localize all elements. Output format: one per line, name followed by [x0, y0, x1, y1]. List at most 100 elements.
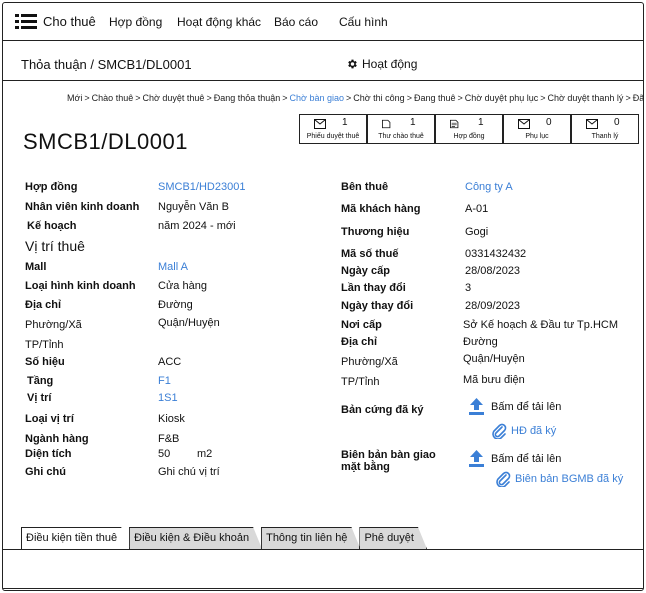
- counter-liquidation[interactable]: 0 Thanh lý: [571, 114, 639, 144]
- counter-appendix[interactable]: 0 Phụ lục: [503, 114, 571, 144]
- issue-date-label: Ngày cấp: [341, 265, 390, 277]
- counter-label: Thư chào thuê: [378, 133, 424, 140]
- handover-file-link[interactable]: Biên bản BGMB đã ký: [495, 471, 623, 487]
- menu-icon[interactable]: [15, 13, 37, 31]
- customer-code-value[interactable]: A-01: [465, 203, 488, 215]
- status-step[interactable]: Đang thuê: [414, 93, 456, 103]
- record-header: Thỏa thuận / SMCB1/DL0001 Hoạt động: [3, 41, 643, 81]
- district-field[interactable]: Quận/Huyện: [158, 317, 220, 329]
- envelope-icon: [314, 119, 326, 129]
- tab-terms-conditions[interactable]: Điều kiện & Điều khoản: [129, 527, 262, 549]
- tab-approval[interactable]: Phê duyệt: [359, 527, 427, 549]
- code-value[interactable]: ACC: [158, 356, 181, 368]
- status-step[interactable]: Chào thuê: [92, 93, 134, 103]
- tab-rent-conditions[interactable]: Điều kiện tiền thuê: [21, 527, 130, 549]
- tenant-address-label: Địa chỉ: [341, 336, 378, 348]
- record-title: SMCB1/DL0001: [23, 129, 188, 154]
- position-label: Vị trí: [27, 392, 52, 404]
- industry-value[interactable]: F&B: [158, 433, 179, 445]
- ward-field[interactable]: Phường/Xã: [25, 319, 82, 331]
- issued-by-value[interactable]: Sở Kế hoạch & Đầu tư Tp.HCM: [463, 319, 618, 331]
- document-icon: [382, 119, 391, 129]
- upload-icon: [469, 450, 484, 467]
- status-step[interactable]: Chờ duyệt phụ lục: [465, 93, 538, 103]
- location-section-title: Vị trí thuê: [25, 238, 85, 254]
- tenant-label: Bên thuê: [341, 181, 389, 193]
- chevron-right-icon: >: [406, 93, 412, 103]
- chevron-right-icon: >: [625, 93, 631, 103]
- note-value[interactable]: Ghi chú vị trí: [158, 466, 220, 478]
- change-count-value[interactable]: 3: [465, 282, 471, 294]
- business-type-value[interactable]: Cửa hàng: [158, 280, 207, 292]
- app-brand[interactable]: Cho thuê: [43, 14, 96, 29]
- tab-contact-info[interactable]: Thông tin liên hệ: [261, 527, 360, 549]
- mall-link[interactable]: Mall A: [158, 261, 188, 273]
- street-value[interactable]: Đường: [158, 299, 193, 311]
- app-window: Cho thuê Hợp đồng Hoạt động khác Báo cáo…: [2, 2, 644, 591]
- breadcrumb[interactable]: Thỏa thuận / SMCB1/DL0001: [21, 57, 192, 72]
- counter-count: 1: [478, 117, 484, 128]
- chevron-right-icon: >: [540, 93, 546, 103]
- counter-label: Hợp đồng: [453, 133, 485, 140]
- activity-button[interactable]: Hoạt động: [346, 57, 417, 71]
- brand-value[interactable]: Gogi: [465, 226, 488, 238]
- paperclip-icon: [496, 471, 511, 487]
- nav-item-other-activities[interactable]: Hoạt động khác: [177, 15, 261, 29]
- file-name: HĐ đã ký: [511, 425, 557, 437]
- tenant-link[interactable]: Công ty A: [465, 181, 513, 193]
- smart-buttons: 1 Phiếu duyệt thuê 1 Thư chào thuê 1 Hợp…: [299, 114, 639, 144]
- tenant-ward-field[interactable]: Phường/Xã: [341, 356, 398, 368]
- plan-value[interactable]: năm 2024 - mới: [158, 220, 236, 232]
- status-step[interactable]: Chờ duyệt thuê: [142, 93, 204, 103]
- nav-item-contracts[interactable]: Hợp đồng: [109, 15, 162, 29]
- envelope-icon: [518, 119, 530, 129]
- brand-label: Thương hiệu: [341, 226, 410, 238]
- area-value[interactable]: 50: [158, 448, 170, 460]
- tab-divider: [3, 549, 643, 550]
- area-label: Diện tích: [25, 448, 72, 460]
- change-date-label: Ngày thay đổi: [341, 300, 414, 312]
- tenant-city-field[interactable]: TP/Tỉnh: [341, 376, 380, 388]
- chevron-right-icon: >: [206, 93, 212, 103]
- nav-item-reports[interactable]: Báo cáo: [274, 15, 318, 29]
- chevron-right-icon: >: [345, 93, 352, 103]
- city-field[interactable]: TP/Tỉnh: [25, 339, 64, 351]
- issued-by-label: Nơi cấp: [341, 319, 382, 331]
- handover-minutes-label: Biên bản bàn giao mặt bằng: [341, 449, 436, 473]
- change-count-label: Lần thay đổi: [341, 282, 406, 294]
- counter-contract[interactable]: 1 Hợp đồng: [435, 114, 503, 144]
- tax-code-value[interactable]: 0331432432: [465, 248, 526, 260]
- contract-link[interactable]: SMCB1/HD23001: [158, 181, 245, 193]
- counter-offer-letter[interactable]: 1 Thư chào thuê: [367, 114, 435, 144]
- code-label: Số hiệu: [25, 356, 65, 368]
- tenant-district-field[interactable]: Quận/Huyện: [463, 353, 525, 365]
- issue-date-value[interactable]: 28/08/2023: [465, 265, 520, 277]
- counter-lease-approval[interactable]: 1 Phiếu duyệt thuê: [299, 114, 367, 144]
- counter-label: Phụ lục: [525, 133, 549, 140]
- status-step[interactable]: Đã thanh lý: [633, 93, 643, 103]
- status-step[interactable]: Chờ duyệt thanh lý: [547, 93, 623, 103]
- chevron-right-icon: >: [135, 93, 141, 103]
- position-type-value[interactable]: Kiosk: [158, 413, 185, 425]
- status-step[interactable]: Chờ thi công: [353, 93, 404, 103]
- customer-code-label: Mã khách hàng: [341, 203, 421, 215]
- signed-contract-file-link[interactable]: HĐ đã ký: [491, 423, 556, 439]
- staff-value[interactable]: Nguyễn Văn B: [158, 201, 229, 213]
- upload-handover-button[interactable]: Bấm để tải lên: [468, 449, 561, 468]
- upload-signed-copy-button[interactable]: Bấm để tải lên: [468, 397, 561, 416]
- address-label: Địa chỉ: [25, 299, 62, 311]
- status-step[interactable]: Mới: [67, 93, 82, 103]
- note-label: Ghi chú: [25, 466, 66, 478]
- floor-link[interactable]: F1: [158, 375, 171, 387]
- top-navbar: Cho thuê Hợp đồng Hoạt động khác Báo cáo…: [3, 3, 643, 41]
- envelope-icon: [586, 119, 598, 129]
- paperclip-icon: [492, 423, 507, 439]
- nav-item-settings[interactable]: Cấu hình: [339, 15, 388, 29]
- position-link[interactable]: 1S1: [158, 392, 178, 404]
- status-step[interactable]: Đang thỏa thuận: [214, 93, 281, 103]
- status-step[interactable]: Chờ bàn giao: [290, 93, 344, 103]
- tenant-street-value[interactable]: Đường: [463, 336, 498, 348]
- counter-count: 0: [546, 117, 552, 128]
- change-date-value[interactable]: 28/09/2023: [465, 300, 520, 312]
- postal-code-field[interactable]: Mã bưu điện: [463, 374, 525, 386]
